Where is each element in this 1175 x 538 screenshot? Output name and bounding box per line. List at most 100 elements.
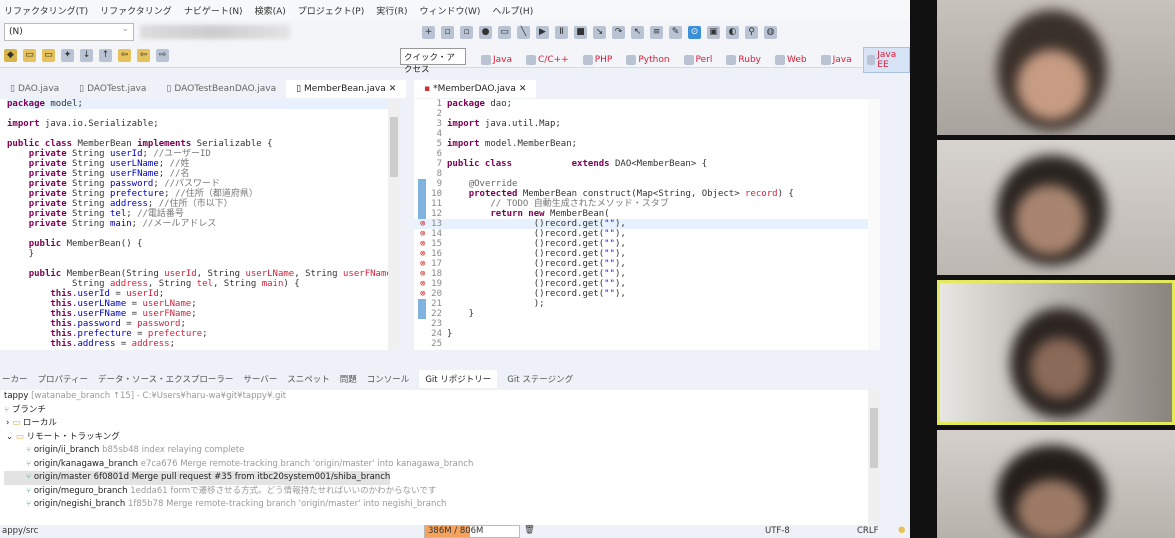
search-icon[interactable]: ✦ (61, 49, 74, 62)
step-over-icon[interactable]: ↷ (612, 25, 625, 39)
step-return-icon[interactable]: ↖ (631, 25, 644, 39)
remote-tracking-node[interactable]: ⌄ ▭ リモート・トラッキング (4, 431, 880, 445)
perspective-ruby[interactable]: Ruby (723, 53, 764, 67)
resume-icon[interactable]: ▶ (536, 25, 549, 39)
open-type-icon[interactable]: ◆ (4, 49, 17, 62)
menu-item[interactable]: プロジェクト(P) (298, 4, 364, 17)
repo-root[interactable]: tappy [watanabe_branch ↑15] - C:¥Users¥h… (4, 390, 880, 404)
menu-item[interactable]: ヘルプ(H) (492, 4, 533, 17)
local-node[interactable]: › ▭ ローカル (4, 417, 880, 431)
code-token: ), (614, 289, 626, 299)
perspective-java[interactable]: Java (818, 53, 855, 67)
close-icon[interactable]: ✕ (389, 84, 397, 94)
remote-branch-item[interactable]: ⑂ origin/negishi_branch 1f85b78 Merge re… (4, 498, 880, 512)
line-number: 2 (436, 109, 442, 119)
close-icon[interactable]: ✕ (519, 84, 527, 94)
panel-tab[interactable]: プロパティー (38, 373, 89, 385)
code-token: private (28, 169, 67, 179)
left-editor-scrollbar[interactable] (388, 99, 400, 350)
participant-tile-active-speaker[interactable] (937, 280, 1175, 425)
prev-annotation-icon[interactable]: ↑ (99, 49, 112, 62)
save-icon[interactable]: ▫ (441, 25, 454, 39)
forward-icon[interactable]: ⇨ (156, 49, 169, 62)
globe-icon[interactable]: ◍ (764, 25, 777, 39)
participant-tile[interactable] (937, 140, 1175, 275)
perspective-cc[interactable]: C/C++ (523, 53, 572, 67)
code-line: 6 (414, 149, 880, 159)
tab-member-dao[interactable]: ▪ *MemberDAO.java ✕ (414, 80, 537, 98)
editor-tab[interactable]: ▯ DAOTest.java (69, 80, 156, 98)
panel-tab[interactable]: データ・ソース・エクスプローラー (98, 373, 233, 385)
console-icon[interactable]: ▭ (498, 25, 511, 39)
participant-tile[interactable] (937, 0, 1175, 135)
remote-branch-item[interactable]: ⑂ origin/meguro_branch 1edda61 formで遷移させ… (4, 485, 880, 499)
editor-tab[interactable]: ▯ DAOTestBeanDAO.java (156, 80, 286, 98)
new-icon[interactable]: + (422, 25, 435, 39)
debug-icon[interactable]: ⊙ (688, 25, 701, 39)
panel-tab[interactable]: 問題 (340, 373, 357, 385)
perspective-javaee[interactable]: Java EE (862, 47, 910, 73)
panel-tab[interactable]: Git ステージング (507, 373, 573, 385)
editor-tab[interactable]: ▯ MemberBean.java ✕ (286, 80, 407, 98)
menu-item[interactable]: ウィンドウ(W) (420, 4, 481, 17)
suspend-icon[interactable]: Ⅱ (555, 25, 568, 39)
left-code-editor[interactable]: package model; import java.io.Serializabl… (0, 99, 400, 350)
panel-tab[interactable]: サーバー (243, 373, 277, 385)
perspective-php[interactable]: PHP (580, 53, 616, 67)
participant-tile[interactable] (937, 430, 1175, 538)
pin-icon[interactable]: ⚲ (745, 25, 758, 39)
quick-access-input[interactable]: クイック・アクセス (400, 48, 466, 75)
right-code-editor[interactable]: 1 package dao; 2 3 import java.util.Map; 4 5 im… (414, 99, 880, 350)
code-token: //ユーザーID (153, 149, 211, 159)
editor-tab[interactable]: ▯ DAO.java (0, 80, 69, 98)
menu-item[interactable]: ナビゲート(N) (184, 4, 243, 17)
panel-tab[interactable]: コンソール (367, 373, 410, 385)
run-icon[interactable]: ◐ (726, 25, 739, 39)
back-icon[interactable]: ⇦ (137, 49, 150, 62)
save-all-icon[interactable]: ▫ (460, 25, 473, 39)
menu-item[interactable]: リファクタリング (100, 4, 172, 17)
menu-item[interactable]: 検索(A) (255, 4, 286, 17)
branches-node[interactable]: ⑂ ブランチ (4, 404, 880, 418)
user-icon[interactable]: ● (479, 25, 492, 39)
lightbulb-icon[interactable]: ● (898, 525, 905, 535)
code-token: String (66, 199, 110, 209)
remote-branch-item[interactable]: ⑂ origin/kanagawa_branch e7ca676 Merge r… (4, 458, 880, 472)
new-server-icon[interactable]: ▣ (707, 25, 720, 39)
code-line: private String userId; //ユーザーID (7, 149, 400, 159)
task-icon[interactable]: ≡ (650, 25, 663, 39)
code-token: ; (191, 309, 197, 319)
skip-breakpoints-icon[interactable]: ╲ (517, 25, 530, 39)
overview-ruler[interactable] (868, 99, 880, 350)
launch-combo[interactable]: (N) (4, 23, 134, 41)
perspective-python[interactable]: Python (623, 53, 672, 67)
open-folder-icon[interactable]: ▭ (23, 49, 36, 62)
panel-tab[interactable]: Git リポジトリー (419, 370, 498, 388)
remote-branch-item[interactable]: ⑂ origin/master 6f0801d Merge pull reque… (4, 471, 391, 485)
panel-tab[interactable]: スニペット (287, 373, 330, 385)
step-into-icon[interactable]: ↘ (593, 25, 606, 39)
panel-tab[interactable]: ーカー (2, 373, 28, 385)
gc-icon[interactable]: 🗑 (524, 525, 535, 535)
code-token: address (109, 279, 148, 289)
menu-item[interactable]: 実行(R) (376, 4, 407, 17)
remote-branch-item[interactable]: ⑂ origin/ii_branch b85sb48 index relayin… (4, 444, 880, 458)
status-path: appy/src (2, 526, 39, 536)
perspective-perl[interactable]: Perl (681, 53, 716, 67)
panel-tabs: ーカー プロパティー データ・ソース・エクスプローラー サーバー スニペット 問題 コンソー… (0, 368, 880, 390)
highlight-icon[interactable]: ✎ (669, 25, 682, 39)
heap-status[interactable]: 386M / 806M (424, 525, 520, 538)
next-annotation-icon[interactable]: ↓ (80, 49, 93, 62)
code-token: String (66, 219, 110, 229)
last-edit-icon[interactable]: ⇦ (118, 49, 131, 62)
code-token: String (66, 189, 110, 199)
menu-item[interactable]: リファクタリング(T) (4, 4, 88, 17)
perspective-java[interactable]: Java (478, 53, 515, 67)
code-line: this.userLName = userLName; (7, 299, 400, 309)
terminate-icon[interactable]: ■ (574, 25, 587, 39)
code-token: password (109, 179, 154, 189)
panel-scrollbar[interactable] (868, 390, 880, 525)
open-task-icon[interactable]: ▭ (42, 49, 55, 62)
perspective-web[interactable]: Web (772, 53, 810, 67)
